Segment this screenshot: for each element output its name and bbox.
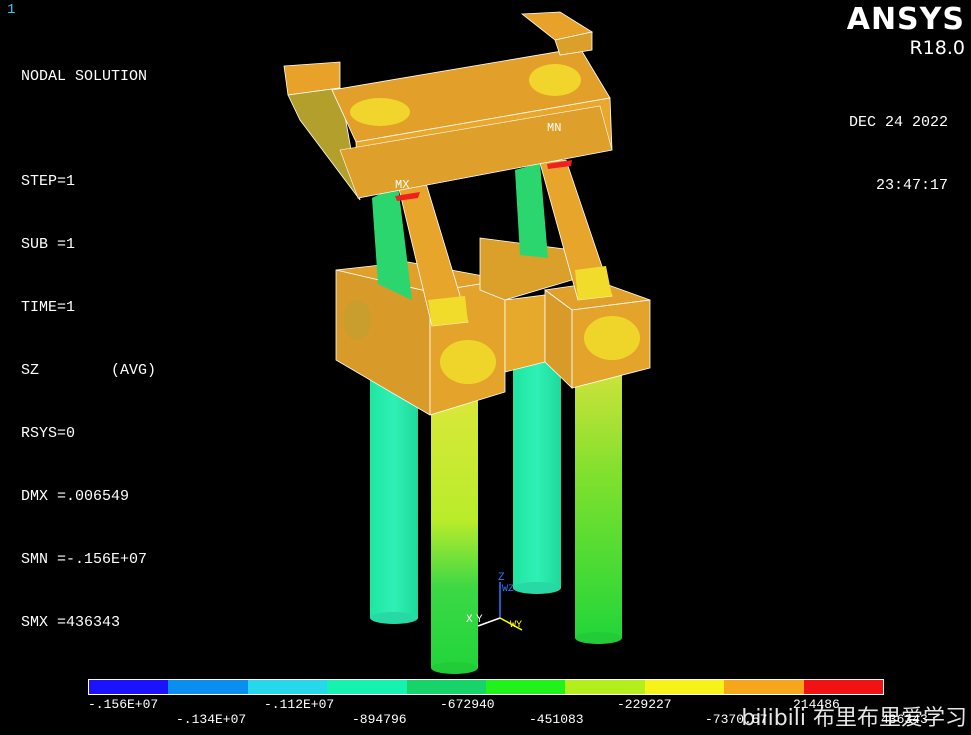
legend-segment (327, 680, 407, 694)
pile-column[interactable] (575, 370, 622, 644)
legend-segment (644, 680, 725, 694)
max-marker: MX (395, 178, 410, 192)
triad-wz-label: WZ (502, 584, 515, 595)
structure-model[interactable] (0, 0, 971, 735)
pile-column[interactable] (431, 400, 478, 674)
legend-label: -672940 (440, 697, 495, 712)
triad-wy-label: WY (510, 620, 523, 631)
legend-label: -.134E+07 (176, 712, 247, 727)
legend-segment (89, 680, 169, 694)
pile-column[interactable] (513, 360, 561, 594)
legend-segment (565, 680, 645, 694)
legend-segment (724, 680, 804, 694)
legend-label: -229227 (617, 697, 672, 712)
graphics-window[interactable]: 1 NODAL SOLUTION STEP=1 SUB =1 TIME=1 SZ… (0, 0, 971, 735)
contour-legend-bar (88, 679, 884, 695)
triad-y-label: Y (476, 614, 483, 626)
legend-label: -451083 (529, 712, 584, 727)
legend-label: -894796 (352, 712, 407, 727)
triad-z-label: Z (498, 572, 505, 584)
legend-segment (406, 680, 487, 694)
legend-segment (803, 680, 884, 694)
triad-x-label: X (466, 614, 473, 626)
legend-label: -.112E+07 (264, 697, 335, 712)
legend-segment (486, 680, 566, 694)
legend-segment (168, 680, 248, 694)
bilibili-watermark: bilibili 布里布里爱学习 (741, 706, 967, 731)
legend-segment (247, 680, 328, 694)
legend-label: -.156E+07 (88, 697, 159, 712)
min-marker: MN (547, 121, 562, 135)
